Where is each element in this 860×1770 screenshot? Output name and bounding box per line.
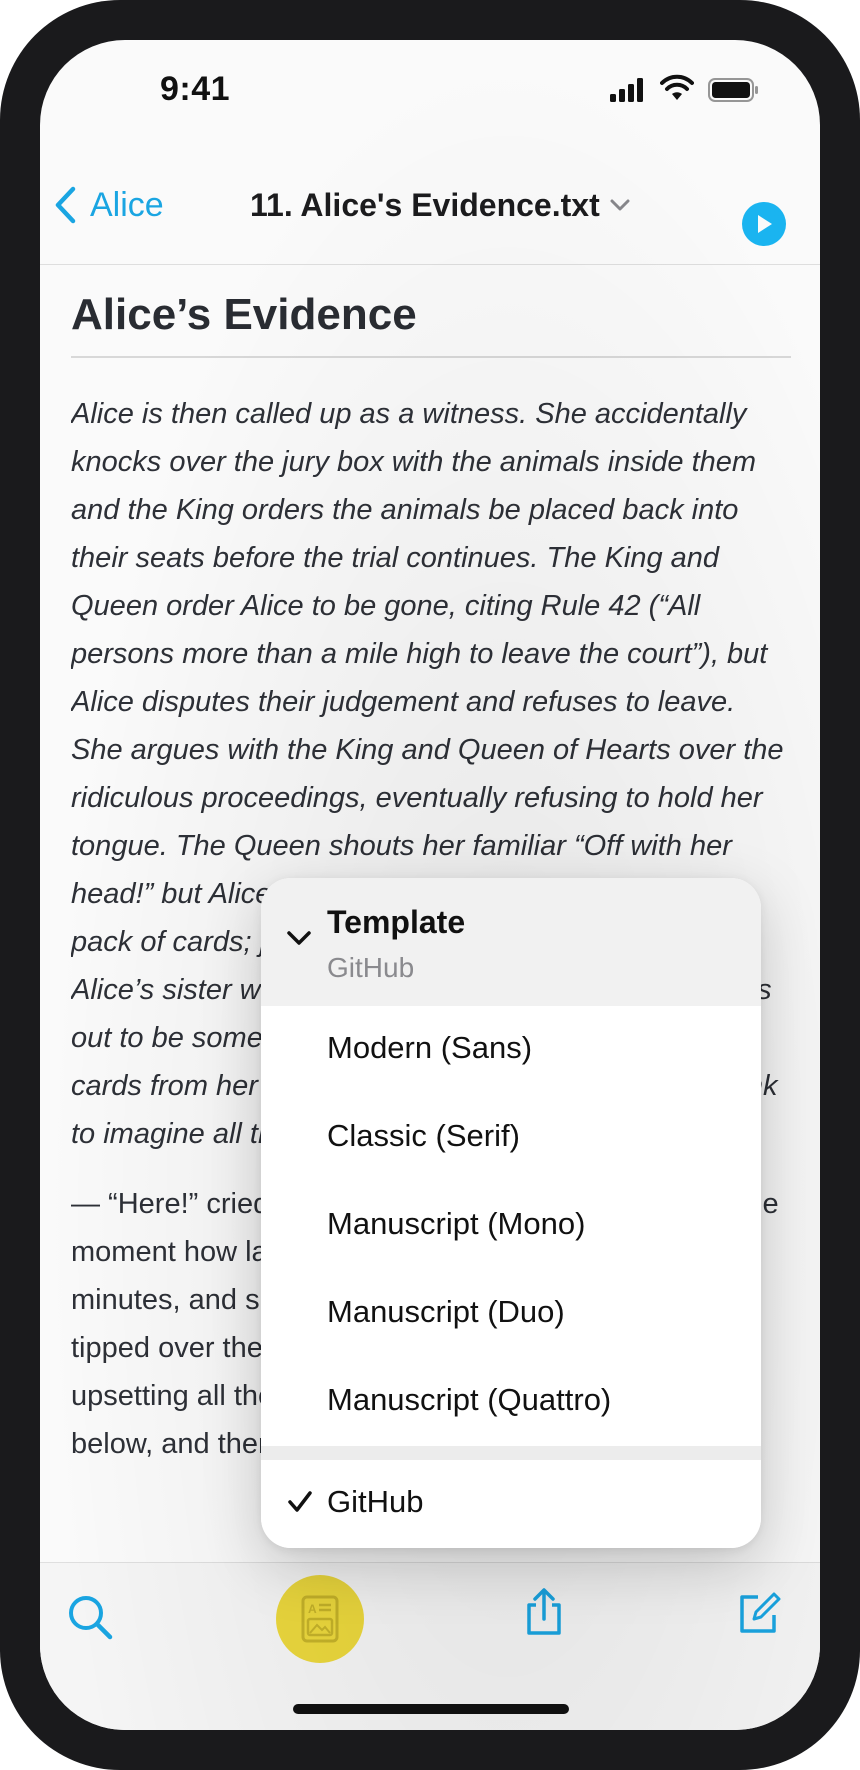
screen: 9:41 Alice 11. Alice's Evidence.txt Alic… xyxy=(40,40,820,1730)
chevron-left-icon xyxy=(55,186,76,224)
battery-icon xyxy=(708,78,758,102)
play-icon xyxy=(758,215,772,233)
menu-item-classic-serif[interactable]: Classic (Serif) xyxy=(261,1094,761,1183)
status-bar: 9:41 xyxy=(40,40,820,150)
compose-icon[interactable] xyxy=(736,1591,782,1637)
menu-header[interactable]: Template GitHub xyxy=(261,878,761,1007)
menu-item-label: Classic (Serif) xyxy=(327,1118,520,1153)
checkmark-icon xyxy=(288,1491,312,1512)
menu-item-label: Manuscript (Duo) xyxy=(327,1294,565,1329)
navigation-bar: Alice 11. Alice's Evidence.txt xyxy=(40,150,820,265)
menu-item-modern-sans[interactable]: Modern (Sans) xyxy=(261,1006,761,1095)
play-button[interactable] xyxy=(742,202,786,246)
menu-header-subtitle: GitHub xyxy=(327,952,415,983)
menu-item-github-selected[interactable]: GitHub xyxy=(261,1460,761,1548)
template-button[interactable]: A xyxy=(276,1575,364,1663)
chevron-down-icon xyxy=(610,199,630,211)
search-icon[interactable] xyxy=(66,1593,116,1643)
chevron-down-icon xyxy=(287,931,311,945)
document-title-button[interactable]: 11. Alice's Evidence.txt xyxy=(250,182,630,228)
menu-item-label: Manuscript (Quattro) xyxy=(327,1382,612,1417)
document-heading: Alice’s Evidence xyxy=(71,290,791,358)
template-icon: A xyxy=(301,1595,339,1643)
home-indicator[interactable] xyxy=(293,1704,569,1714)
cellular-signal-icon xyxy=(610,78,643,102)
back-button[interactable]: Alice xyxy=(54,182,164,228)
menu-header-title: Template xyxy=(327,904,466,940)
menu-item-label: Modern (Sans) xyxy=(327,1030,533,1065)
document-title: 11. Alice's Evidence.txt xyxy=(250,186,600,223)
menu-item-manuscript-mono[interactable]: Manuscript (Mono) xyxy=(261,1182,761,1271)
status-time: 9:41 xyxy=(159,70,231,108)
menu-item-label: GitHub xyxy=(327,1484,424,1519)
wifi-icon xyxy=(660,74,694,100)
back-label: Alice xyxy=(90,185,164,224)
menu-item-manuscript-duo[interactable]: Manuscript (Duo) xyxy=(261,1270,761,1359)
template-menu: Template GitHub Modern (Sans) Classic (S… xyxy=(261,878,761,1548)
device-frame: 9:41 Alice 11. Alice's Evidence.txt Alic… xyxy=(0,0,860,1770)
menu-separator xyxy=(261,1446,761,1460)
menu-item-label: Manuscript (Mono) xyxy=(327,1206,586,1241)
share-icon[interactable] xyxy=(524,1587,564,1637)
svg-text:A: A xyxy=(308,1602,317,1616)
menu-item-manuscript-quattro[interactable]: Manuscript (Quattro) xyxy=(261,1358,761,1446)
